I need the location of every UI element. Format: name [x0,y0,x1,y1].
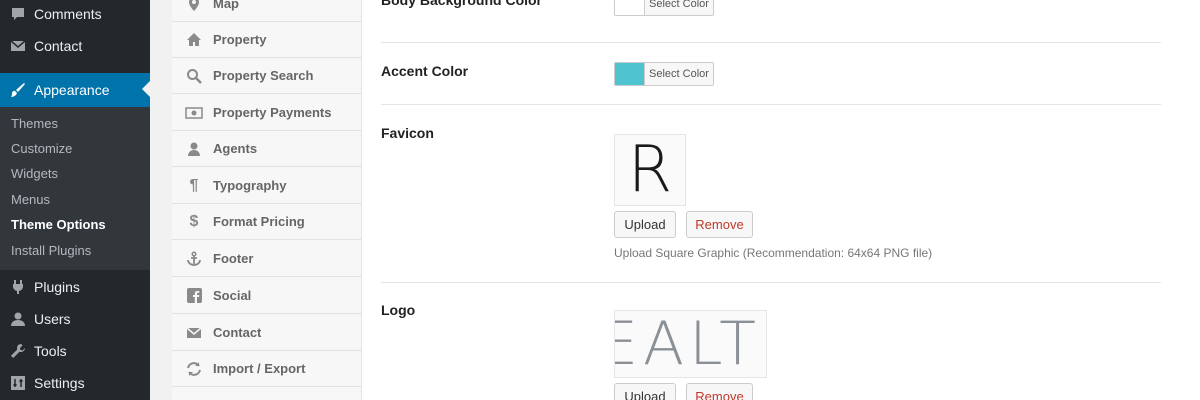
paragraph-icon: ¶ [189,176,199,194]
favicon-help-text: Upload Square Graphic (Recommendation: 6… [614,246,933,260]
nav-item-label: Typography [213,178,287,193]
logo-upload-button[interactable]: Upload [614,383,676,400]
menu-item-label: Plugins [34,279,80,295]
nav-item-property-payments[interactable]: Property Payments [172,95,362,131]
logo-remove-button[interactable]: Remove [686,383,753,400]
anchor-icon [184,249,204,269]
nav-item-agents[interactable]: Agents [172,131,362,167]
nav-item-label: Map [213,0,239,11]
envelope-icon [184,323,204,343]
submenu-item-themes[interactable]: Themes [11,114,58,134]
nav-item-label: Import / Export [213,361,306,376]
accent-color-swatch [615,63,645,85]
submenu-item-install-plugins[interactable]: Install Plugins [11,241,91,261]
user-icon [184,139,204,159]
user-icon [8,309,28,329]
theme-options-nav: Map Property Property Search Property Pa… [172,0,362,400]
paintbrush-icon [8,80,28,100]
admin-sidebar: Comments Contact Appearance Themes Custo… [0,0,150,400]
logo-preview-text: EALT [614,310,761,378]
accent-color-picker[interactable]: Select Color [614,62,714,86]
menu-item-comments[interactable]: Comments [0,0,150,30]
favicon-upload-button[interactable]: Upload [614,211,676,238]
menu-item-settings[interactable]: Settings [0,367,150,399]
refresh-icon [184,359,204,379]
nav-item-social[interactable]: Social [172,278,362,314]
nav-item-property-search[interactable]: Property Search [172,58,362,94]
submenu-item-theme-options[interactable]: Theme Options [11,215,106,235]
menu-item-users[interactable]: Users [0,303,150,335]
nav-item-label: Footer [213,251,254,266]
favicon-label: Favicon [381,125,434,141]
submenu-item-customize[interactable]: Customize [11,139,72,159]
divider [381,42,1161,43]
nav-item-import-export[interactable]: Import / Export [172,351,362,387]
dollar-icon: $ [189,212,199,230]
plug-icon [8,277,28,297]
body-background-color-label: Body Background Color [381,0,543,8]
menu-item-contact[interactable]: Contact [0,30,150,62]
map-marker-icon [184,0,204,14]
logo-label: Logo [381,302,416,318]
body-background-color-swatch [615,0,645,15]
wrench-icon [8,341,28,361]
nav-item-contact[interactable]: Contact [172,315,362,351]
home-icon [184,30,204,50]
settings-icon [8,373,28,393]
appearance-submenu: Themes Customize Widgets Menus Theme Opt… [0,107,150,270]
menu-item-tools[interactable]: Tools [0,335,150,367]
nav-item-label: Property Payments [213,105,332,120]
nav-item-property[interactable]: Property [172,22,362,58]
nav-item-typography[interactable]: ¶ Typography [172,168,362,204]
nav-item-footer[interactable]: Footer [172,241,362,277]
menu-item-label: Settings [34,375,85,391]
nav-item-label: Format Pricing [213,214,305,229]
menu-item-label: Comments [34,6,102,22]
menu-item-appearance[interactable]: Appearance [0,73,150,107]
search-icon [184,66,204,86]
nav-item-format-pricing[interactable]: $ Format Pricing [172,204,362,240]
submenu-item-menus[interactable]: Menus [11,190,50,210]
settings-panel: Body Background Color Select Color Accen… [362,0,1200,400]
divider [381,282,1161,283]
menu-item-label: Contact [34,38,83,54]
favicon-preview: R [614,134,686,206]
menu-item-plugins[interactable]: Plugins [0,271,150,303]
nav-item-label: Contact [213,325,262,340]
menu-item-label: Users [34,311,71,327]
menu-item-label: Appearance [34,82,110,98]
facebook-icon [184,286,204,306]
logo-preview: EALT [614,310,767,378]
envelope-icon [8,36,28,56]
favicon-preview-glyph: R [627,134,673,206]
select-color-label: Select Color [649,0,709,10]
submenu-item-widgets[interactable]: Widgets [11,164,58,184]
nav-item-label: Property [213,32,267,47]
select-color-label: Select Color [649,68,709,80]
money-icon [184,103,204,123]
nav-item-label: Agents [213,141,258,156]
menu-item-label: Tools [34,343,67,359]
divider [381,104,1161,105]
comment-icon [8,4,28,24]
body-background-color-picker[interactable]: Select Color [614,0,714,16]
favicon-remove-button[interactable]: Remove [686,211,753,238]
accent-color-label: Accent Color [381,63,469,79]
nav-item-map[interactable]: Map [172,0,362,22]
nav-item-label: Social [213,288,252,303]
nav-item-label: Property Search [213,68,314,83]
